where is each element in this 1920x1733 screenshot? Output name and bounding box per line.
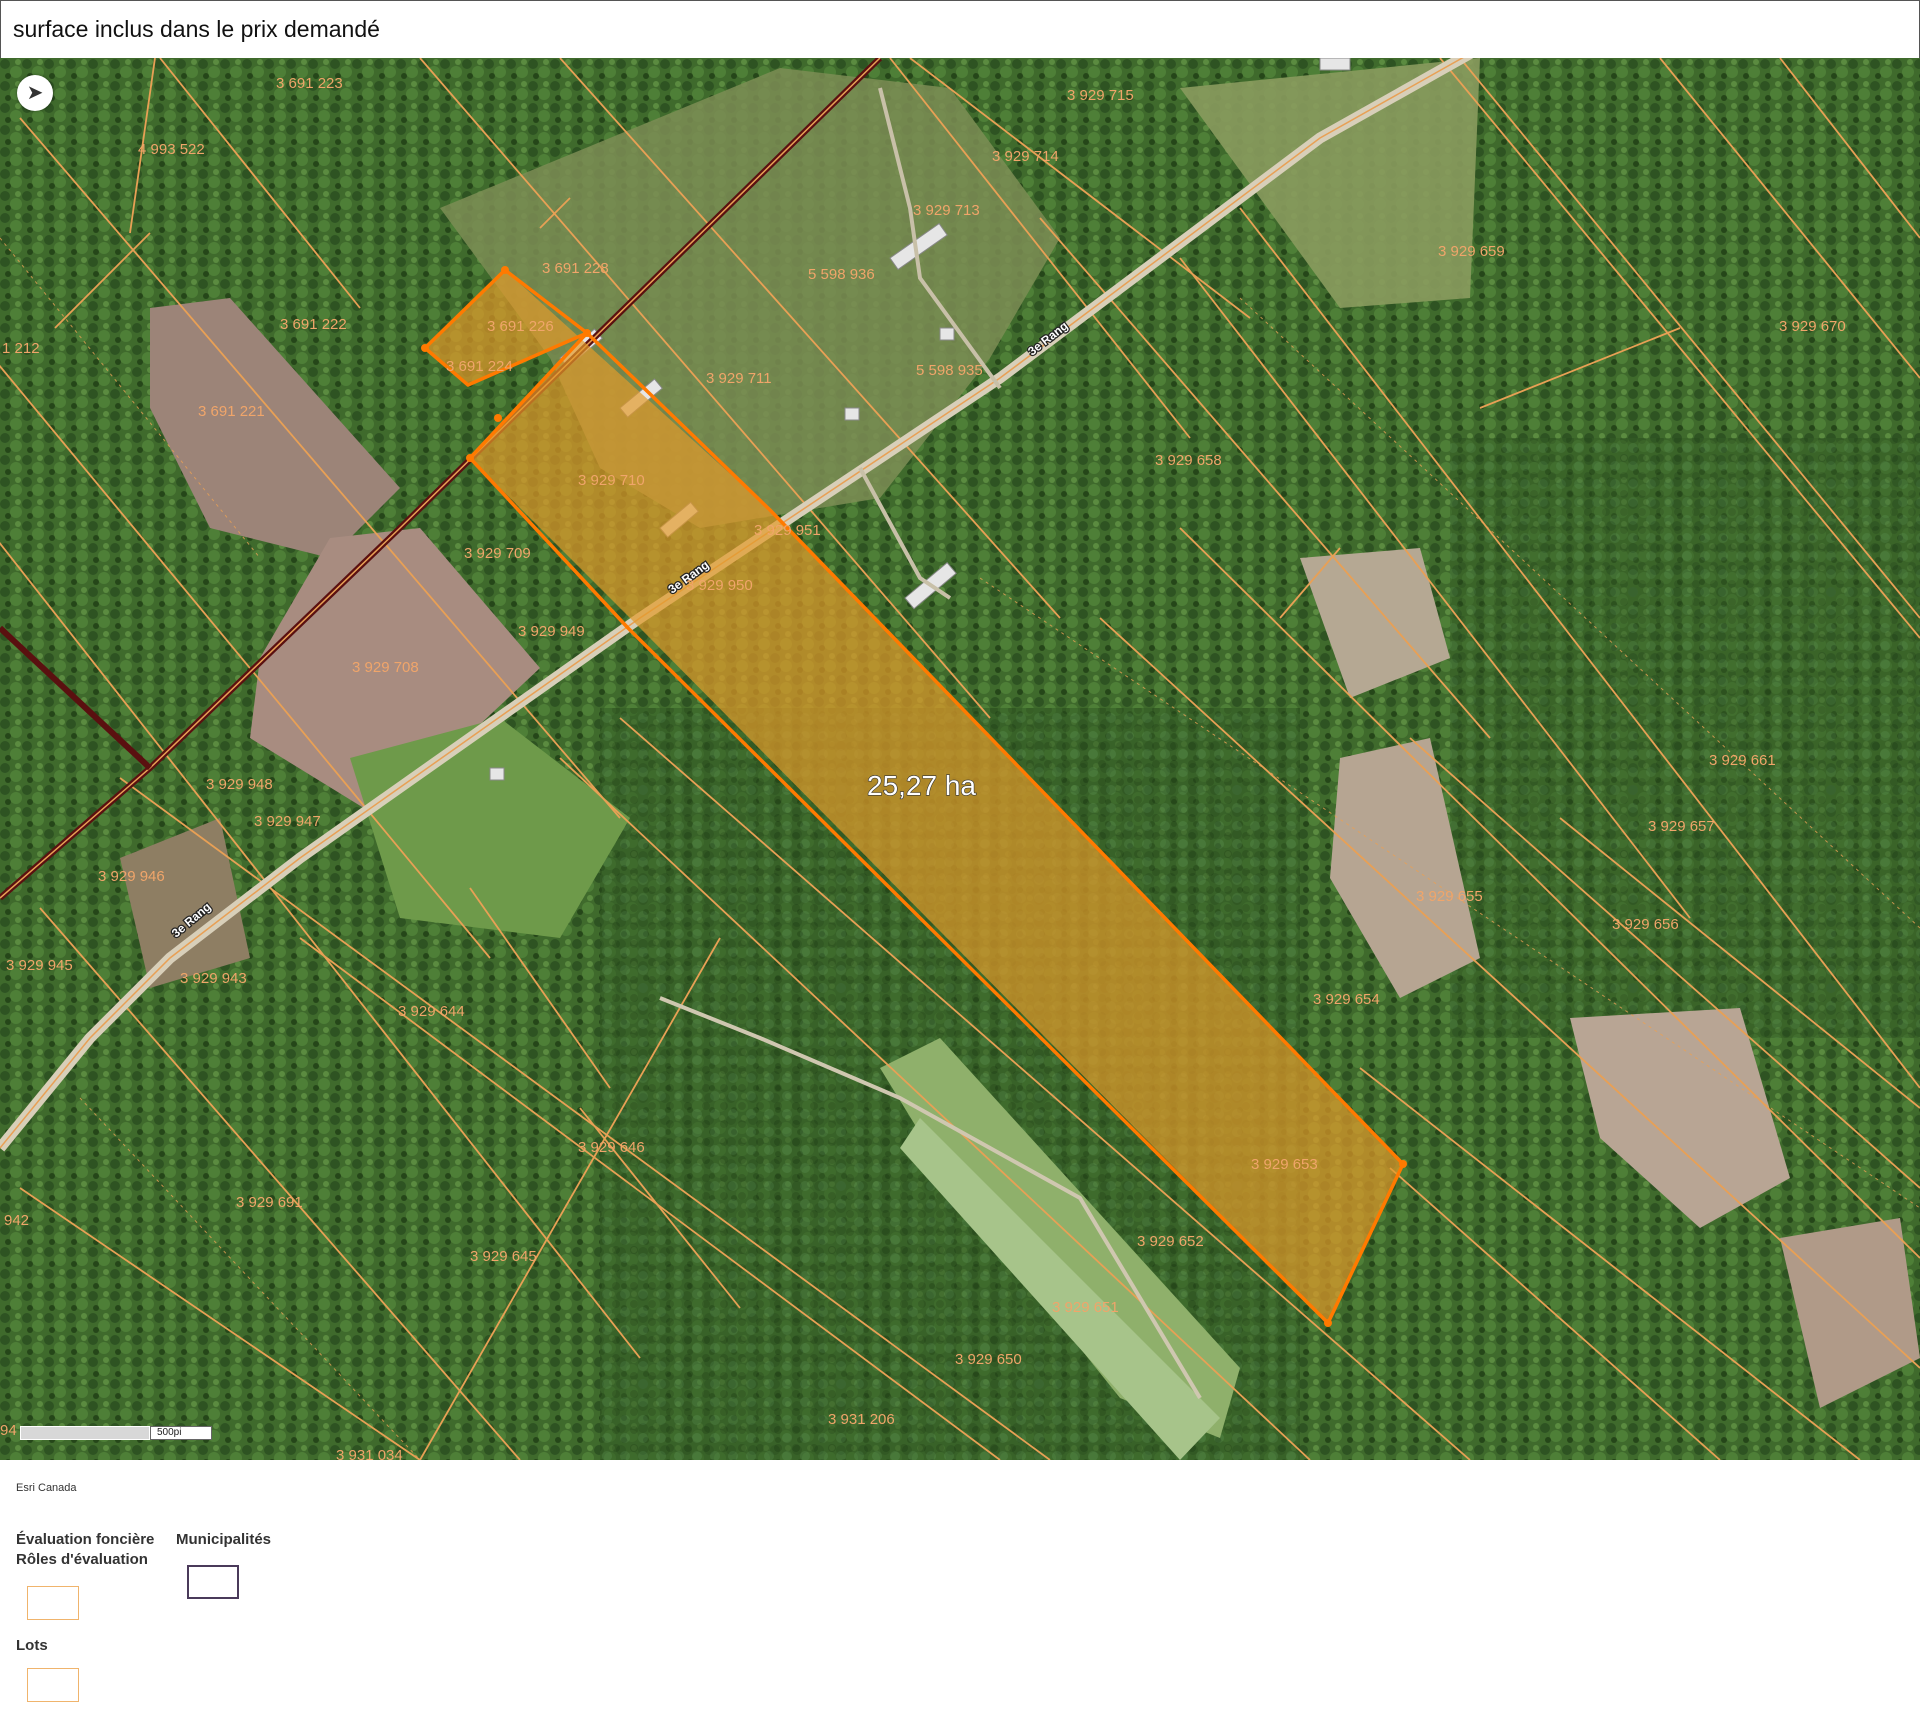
lot-label: 942 bbox=[4, 1212, 29, 1229]
lot-label: 3 691 224 bbox=[446, 358, 513, 375]
lot-label: 3 929 949 bbox=[518, 623, 585, 640]
lot-label: 5 598 936 bbox=[808, 266, 875, 283]
lot-label: 3 931 034 bbox=[336, 1447, 403, 1460]
map-attribution: Esri Canada bbox=[16, 1482, 77, 1494]
lot-label: 3 929 947 bbox=[254, 813, 321, 830]
lot-label: 3 929 644 bbox=[398, 1003, 465, 1020]
lot-label: 3 929 943 bbox=[180, 970, 247, 987]
lot-label: 3 929 710 bbox=[578, 472, 645, 489]
lot-label: 3 929 650 bbox=[955, 1351, 1022, 1368]
lot-label: 3 929 656 bbox=[1612, 916, 1679, 933]
area-label: 25,27 ha bbox=[867, 770, 976, 801]
lot-label: 3 929 950 bbox=[686, 577, 753, 594]
lot-label: 3 929 951 bbox=[754, 522, 821, 539]
legend-swatch-roles bbox=[27, 1586, 79, 1620]
map-view[interactable]: 25,27 ha 3e Rang 3e Rang 3e Rang 3 691 2… bbox=[0, 58, 1920, 1460]
lot-label: 3 929 655 bbox=[1416, 888, 1483, 905]
legend-title-lots: Lots bbox=[16, 1637, 48, 1654]
map-canvas[interactable]: 25,27 ha 3e Rang 3e Rang 3e Rang 3 691 2… bbox=[0, 58, 1920, 1460]
lot-label: 94 bbox=[0, 1422, 17, 1439]
legend-title-municipalites: Municipalités bbox=[176, 1531, 272, 1548]
lot-label: 3 929 653 bbox=[1251, 1156, 1318, 1173]
lot-label: 3 929 708 bbox=[352, 659, 419, 676]
page-title: surface inclus dans le prix demandé bbox=[13, 16, 380, 42]
lot-label: 3 929 654 bbox=[1313, 991, 1380, 1008]
lot-label: 3 691 223 bbox=[276, 75, 343, 92]
lot-label: 4 993 522 bbox=[138, 141, 205, 158]
lot-label: 1 212 bbox=[2, 340, 40, 357]
compass-icon: ➤ bbox=[26, 82, 44, 104]
lot-label: 3 691 228 bbox=[542, 260, 609, 277]
lot-label: 3 929 651 bbox=[1052, 1299, 1119, 1316]
lot-label: 3 691 221 bbox=[198, 403, 265, 420]
lot-label: 3 929 670 bbox=[1779, 318, 1846, 335]
lot-label: 3 929 645 bbox=[470, 1248, 537, 1265]
lot-label: 3 929 945 bbox=[6, 957, 73, 974]
scale-label: 500pi bbox=[150, 1426, 212, 1440]
title-bar: surface inclus dans le prix demandé bbox=[0, 0, 1920, 59]
legend-title-line: Rôles d'évaluation bbox=[16, 1551, 148, 1568]
lot-label: 3 929 713 bbox=[913, 202, 980, 219]
lot-label: 3 691 226 bbox=[487, 318, 554, 335]
lot-label: 5 598 935 bbox=[916, 362, 983, 379]
legend-swatch-lots bbox=[27, 1668, 79, 1702]
lot-label: 3 929 658 bbox=[1155, 452, 1222, 469]
lot-label: 3 929 711 bbox=[706, 370, 772, 387]
legend-title-line: Évaluation foncière bbox=[16, 1531, 155, 1548]
lot-label: 3 929 946 bbox=[98, 868, 165, 885]
compass-button[interactable]: ➤ bbox=[17, 75, 53, 111]
lot-label: 3 929 657 bbox=[1648, 818, 1715, 835]
lot-label: 3 691 222 bbox=[280, 316, 347, 333]
lot-label: 3 931 206 bbox=[828, 1411, 895, 1428]
scale-bar-segment bbox=[20, 1426, 150, 1440]
lot-label: 3 929 715 bbox=[1067, 87, 1134, 104]
lot-label: 3 929 714 bbox=[992, 148, 1059, 165]
legend-title-evaluation: Évaluation foncière Rôles d'évaluation bbox=[16, 1530, 154, 1570]
forest-dark-area bbox=[1450, 438, 1920, 1038]
lot-label: 3 929 661 bbox=[1709, 752, 1776, 769]
legend-swatch-municipalites bbox=[187, 1565, 239, 1599]
lot-label: 3 929 652 bbox=[1137, 1233, 1204, 1250]
lot-label: 3 929 659 bbox=[1438, 243, 1505, 260]
lot-label: 3 929 709 bbox=[464, 545, 531, 562]
lot-label: 3 929 948 bbox=[206, 776, 273, 793]
lot-label: 3 929 691 bbox=[236, 1194, 303, 1211]
lot-label: 3 929 646 bbox=[578, 1139, 645, 1156]
